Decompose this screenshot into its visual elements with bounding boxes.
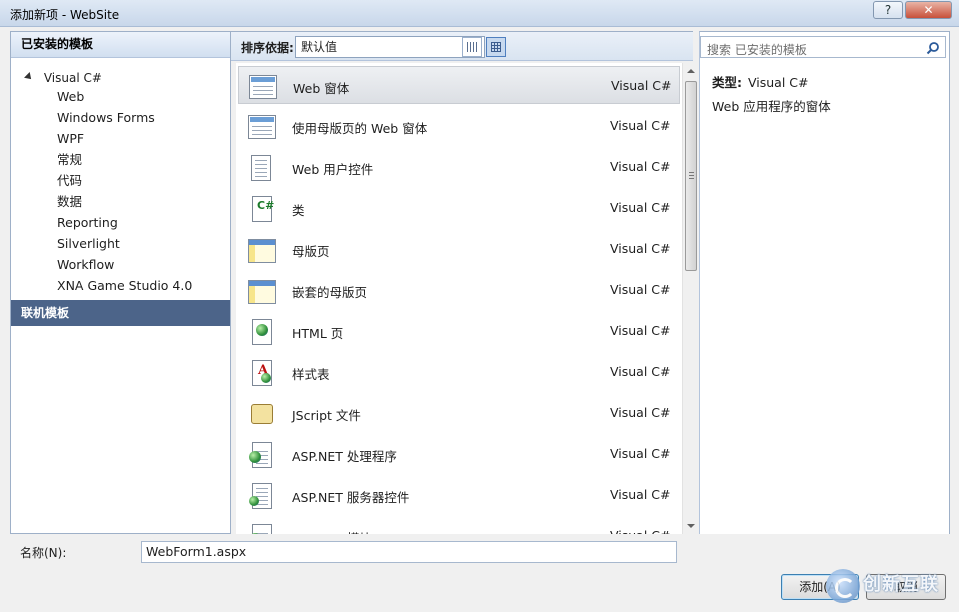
title-bar: 添加新项 - WebSite ? ✕ <box>0 0 959 27</box>
type-label: 类型: <box>712 75 742 90</box>
close-button[interactable]: ✕ <box>905 1 952 19</box>
template-row[interactable]: ASP.NET 处理程序 Visual C# <box>238 435 680 473</box>
stylesheet-icon: A <box>248 360 276 386</box>
watermark-text: 创新互联 <box>863 574 939 595</box>
tree-item[interactable]: Reporting <box>57 212 192 233</box>
template-name: ASP.NET 处理程序 <box>292 449 397 464</box>
template-name: Web 用户控件 <box>292 162 374 177</box>
tree-item[interactable]: Windows Forms <box>57 107 192 128</box>
template-language: Visual C# <box>610 405 671 420</box>
handler-icon <box>248 442 276 468</box>
template-name: ASP.NET 模块 <box>292 528 372 534</box>
search-icon[interactable] <box>926 41 940 55</box>
search-placeholder: 搜索 已安装的模板 <box>707 43 807 57</box>
template-language: Visual C# <box>610 118 671 133</box>
tree-item[interactable]: Workflow <box>57 254 192 275</box>
window-title: 添加新项 - WebSite <box>10 8 120 22</box>
tree-item[interactable]: XNA Game Studio 4.0 <box>57 275 192 296</box>
scrollbar-thumb[interactable] <box>685 81 697 271</box>
medium-icons-view-icon <box>491 42 501 52</box>
html-page-icon <box>248 319 276 345</box>
template-language: Visual C# <box>611 78 672 93</box>
name-label: 名称(N): <box>20 546 67 560</box>
template-details-pane: 搜索 已安装的模板 类型: Visual C# Web 应用程序的窗体 <box>699 31 950 534</box>
tree-item[interactable]: WPF <box>57 128 192 149</box>
tree-item[interactable]: 代码 <box>57 170 192 191</box>
template-row[interactable]: ASP.NET 服务器控件 Visual C# <box>238 476 680 514</box>
medium-icons-view-button[interactable] <box>486 37 506 57</box>
watermark: 创新互联 <box>826 566 956 606</box>
template-name: 样式表 <box>292 367 330 382</box>
template-name: JScript 文件 <box>292 408 361 423</box>
help-button[interactable]: ? <box>873 1 903 19</box>
installed-templates-header: 已安装的模板 <box>11 32 230 58</box>
template-row[interactable]: Web 窗体 Visual C# <box>238 66 680 104</box>
template-row[interactable]: 母版页 Visual C# <box>238 230 680 268</box>
web-form-icon <box>249 74 277 100</box>
tree-item[interactable]: Web <box>57 86 192 107</box>
name-input[interactable]: WebForm1.aspx <box>141 541 677 563</box>
template-language: Visual C# <box>610 528 671 534</box>
template-language: Visual C# <box>610 487 671 502</box>
template-language: Visual C# <box>610 364 671 379</box>
online-templates-item[interactable]: 联机模板 <box>11 300 230 326</box>
class-icon: C# <box>248 196 276 222</box>
type-value: Visual C# <box>748 75 809 90</box>
template-language: Visual C# <box>610 200 671 215</box>
template-row[interactable]: 嵌套的母版页 Visual C# <box>238 271 680 309</box>
template-row[interactable]: HTML 页 Visual C# <box>238 312 680 350</box>
template-language: Visual C# <box>610 241 671 256</box>
scroll-down-icon[interactable] <box>687 524 695 528</box>
module-icon <box>248 524 276 534</box>
server-control-icon <box>248 483 276 509</box>
template-row[interactable]: Web 用户控件 Visual C# <box>238 148 680 186</box>
scroll-up-icon[interactable] <box>687 69 695 73</box>
sort-value: 默认值 <box>301 40 338 54</box>
template-type: 类型: Visual C# <box>712 72 809 91</box>
user-control-icon <box>248 155 276 181</box>
template-row[interactable]: A 样式表 Visual C# <box>238 353 680 391</box>
tree-item[interactable]: Silverlight <box>57 233 192 254</box>
tree-item[interactable]: 数据 <box>57 191 192 212</box>
template-name: HTML 页 <box>292 326 344 341</box>
installed-templates-pane: 已安装的模板 Visual C# Web Windows Forms WPF 常规 代码… <box>10 31 231 534</box>
sort-label: 排序依据: <box>241 41 294 55</box>
template-language: Visual C# <box>610 282 671 297</box>
template-name: 使用母版页的 Web 窗体 <box>292 121 428 136</box>
tree-item[interactable]: 常规 <box>57 149 192 170</box>
template-row[interactable]: JScript 文件 Visual C# <box>238 394 680 432</box>
template-name: Web 窗体 <box>293 81 350 96</box>
template-description: Web 应用程序的窗体 <box>712 99 831 114</box>
expand-arrow-icon[interactable] <box>24 71 34 82</box>
template-name: 母版页 <box>292 244 330 259</box>
sort-toolbar: 排序依据: 默认值 <box>231 31 693 61</box>
template-name: ASP.NET 服务器控件 <box>292 490 410 505</box>
template-search-input[interactable]: 搜索 已安装的模板 <box>700 36 946 58</box>
template-name: 嵌套的母版页 <box>292 285 368 300</box>
template-row[interactable]: C# 类 Visual C# <box>238 189 680 227</box>
template-language: Visual C# <box>610 159 671 174</box>
sort-dropdown[interactable]: 默认值 <box>295 36 485 58</box>
tree-node-visual-csharp[interactable]: Visual C# <box>24 68 102 88</box>
master-page-icon <box>248 237 276 263</box>
template-list: Web 窗体 Visual C# 使用母版页的 Web 窗体 Visual C# Web… <box>236 63 682 534</box>
template-language: Visual C# <box>610 323 671 338</box>
template-row[interactable]: ASP.NET 模块 Visual C# <box>238 517 680 534</box>
tree-node-label: Visual C# <box>43 71 102 85</box>
nested-master-page-icon <box>248 278 276 304</box>
template-language: Visual C# <box>610 446 671 461</box>
template-row[interactable]: 使用母版页的 Web 窗体 Visual C# <box>238 107 680 145</box>
watermark-logo-icon <box>826 569 860 603</box>
grip-icon <box>689 172 694 179</box>
web-form-master-icon <box>248 114 276 140</box>
small-icons-view-button[interactable] <box>462 37 482 57</box>
template-list-scrollbar[interactable] <box>682 63 698 534</box>
template-name: 类 <box>292 203 305 218</box>
small-icons-view-icon <box>467 42 477 52</box>
jscript-icon <box>248 401 276 427</box>
